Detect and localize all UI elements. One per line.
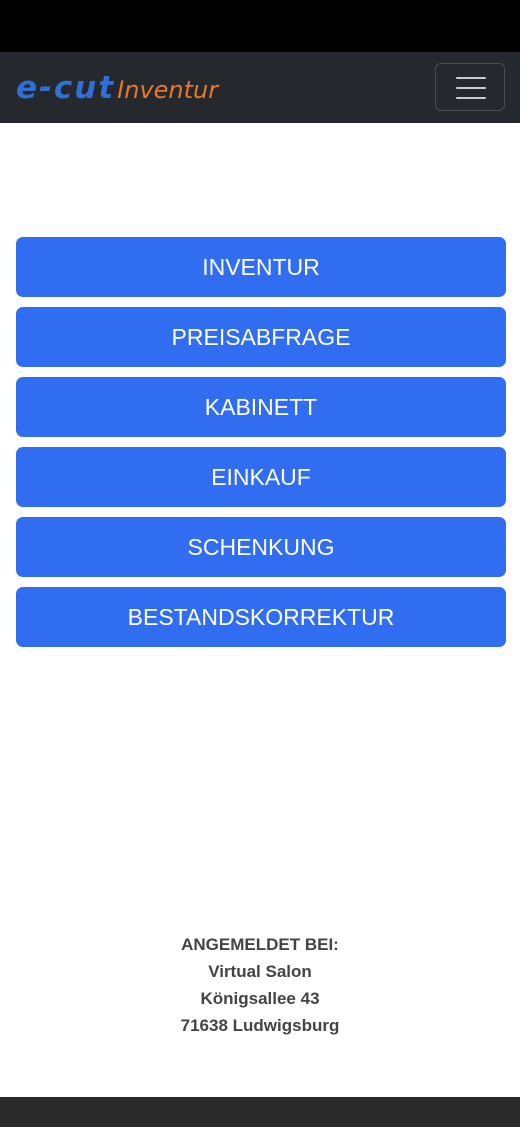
app-logo[interactable]: e-cut Inventur <box>16 70 218 106</box>
bestandskorrektur-button[interactable]: BESTANDSKORREKTUR <box>16 587 506 647</box>
kabinett-button[interactable]: KABINETT <box>16 377 506 437</box>
bottom-navigation-bar <box>0 1097 520 1127</box>
navbar-toggle-button[interactable] <box>435 63 505 111</box>
logo-main-text: e-cut <box>16 70 116 106</box>
top-navbar: e-cut Inventur <box>0 52 520 123</box>
logo-sub-text: Inventur <box>117 76 219 104</box>
login-label: ANGEMELDET BEI: <box>181 935 339 954</box>
einkauf-button[interactable]: EINKAUF <box>16 447 506 507</box>
main-menu: INVENTUR PREISABFRAGE KABINETT EINKAUF S… <box>16 237 506 657</box>
schenkung-button[interactable]: SCHENKUNG <box>16 517 506 577</box>
salon-city: 71638 Ludwigsburg <box>180 1016 340 1035</box>
inventur-button[interactable]: INVENTUR <box>16 237 506 297</box>
preisabfrage-button[interactable]: PREISABFRAGE <box>16 307 506 367</box>
salon-street: Königsallee 43 <box>200 989 320 1008</box>
status-bar <box>0 0 520 52</box>
login-info: ANGEMELDET BEI: Virtual Salon Königsalle… <box>0 931 520 1039</box>
salon-name: Virtual Salon <box>208 962 312 981</box>
